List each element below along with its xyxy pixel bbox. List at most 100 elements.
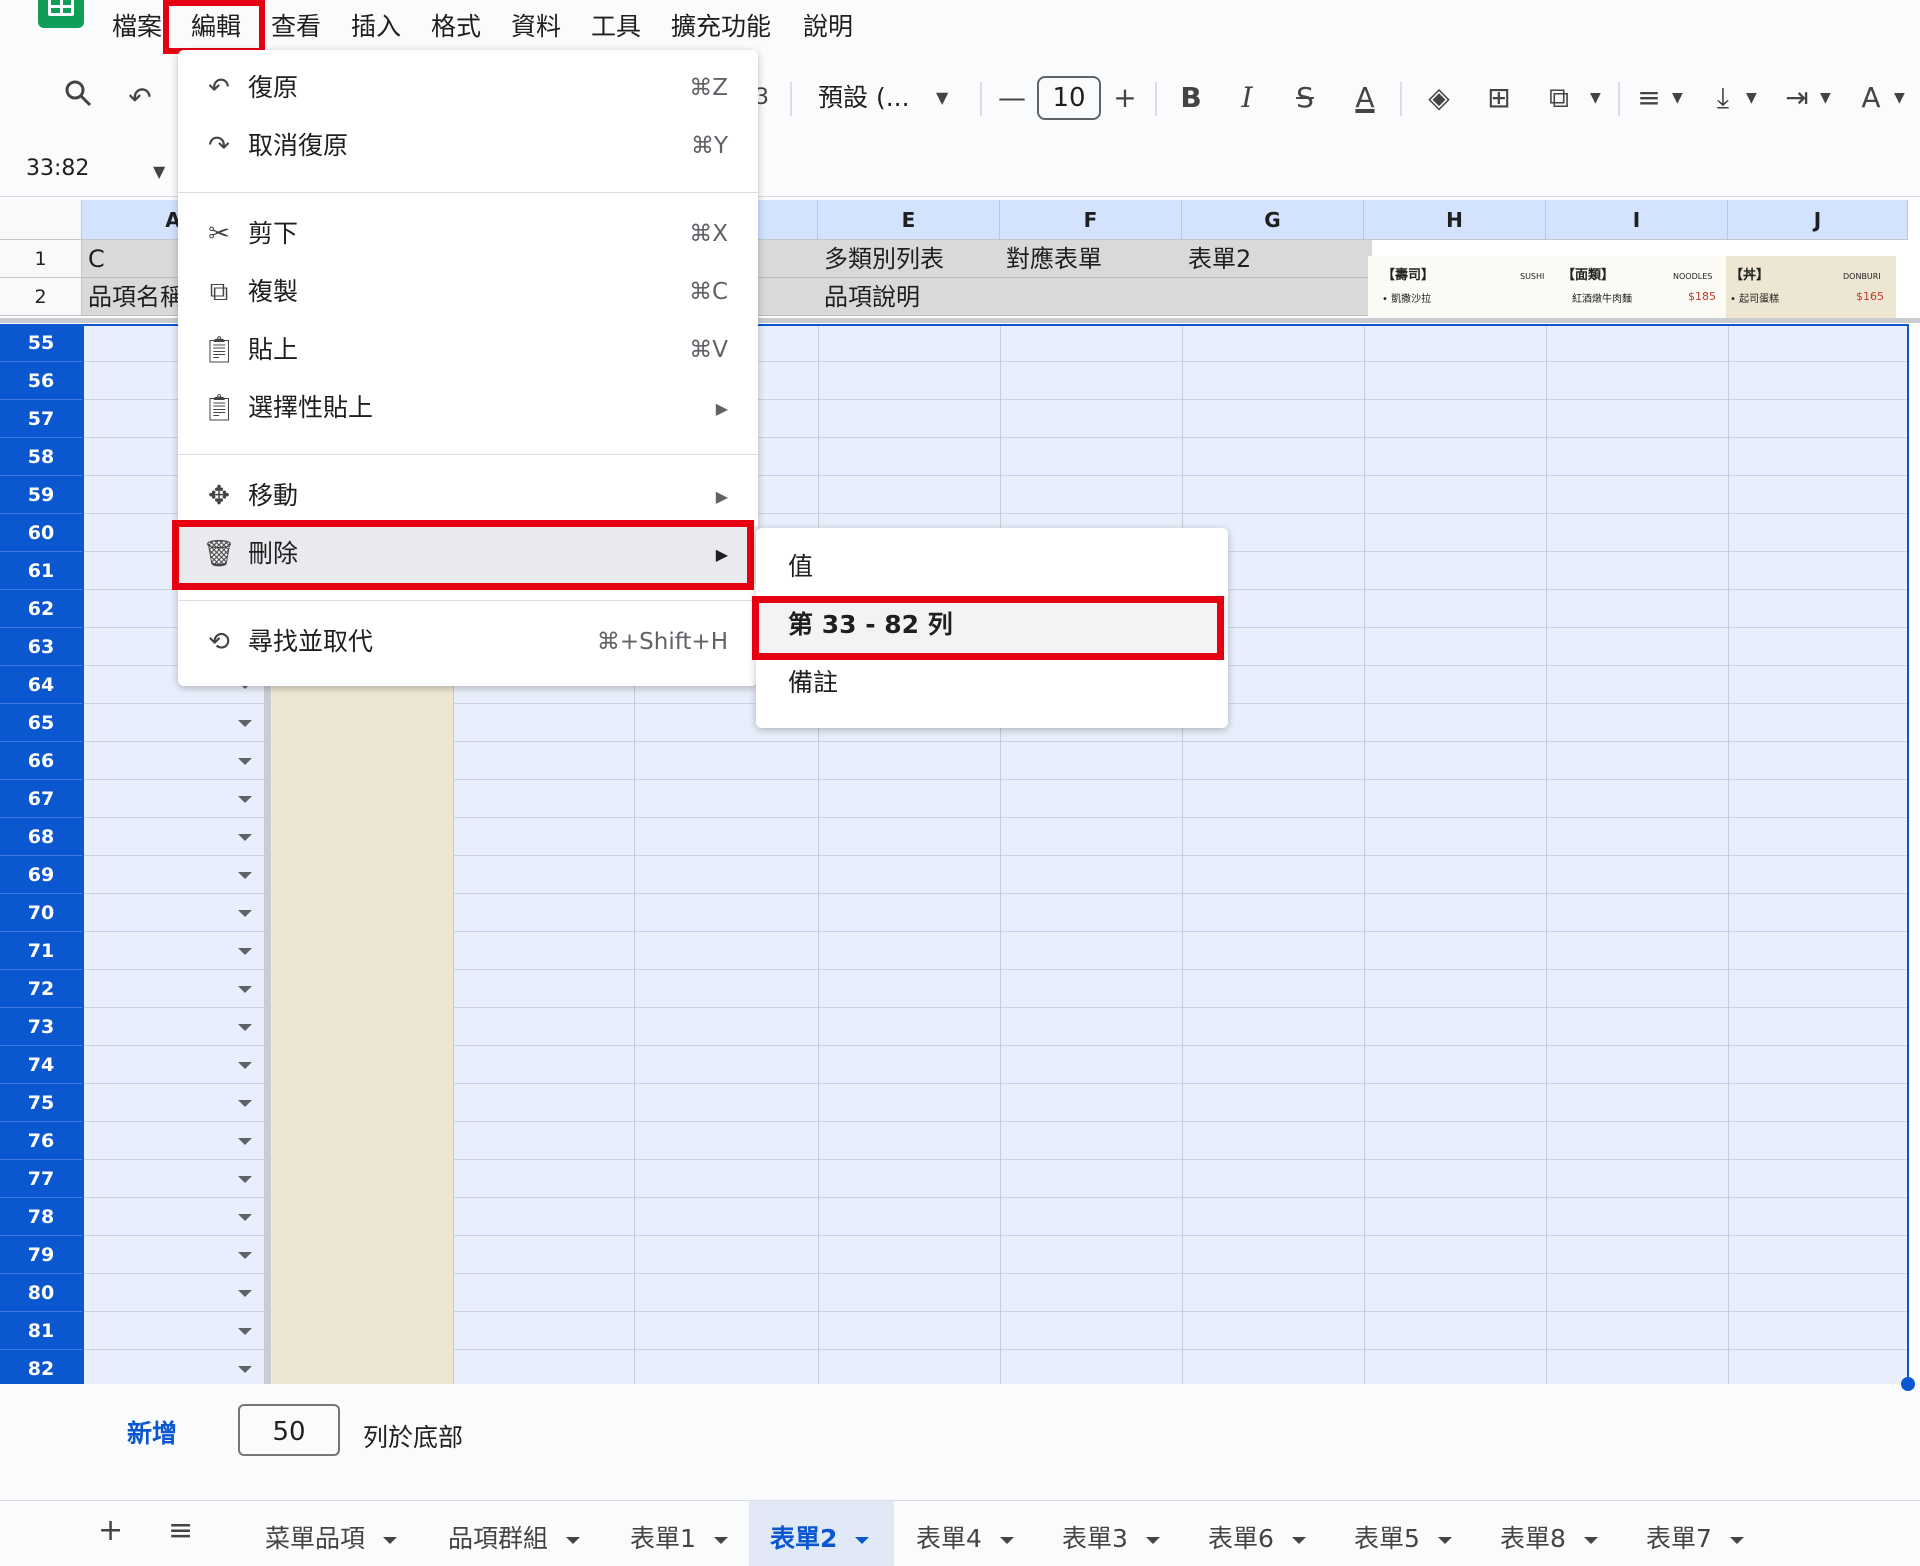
- horizontal-align-icon[interactable]: ≡: [1634, 78, 1664, 118]
- sheet-tab[interactable]: 表單2: [770, 1519, 870, 1555]
- cell-dropdown-chevron-icon[interactable]: [238, 872, 252, 879]
- column-header-j[interactable]: J: [1728, 200, 1908, 240]
- row-header-2[interactable]: 2: [0, 278, 82, 316]
- sheet-tab[interactable]: 表單4: [916, 1519, 1014, 1555]
- submenu-delete-notes[interactable]: 備註: [756, 654, 1228, 712]
- cell-dropdown-chevron-icon[interactable]: [238, 948, 252, 955]
- row-header-1[interactable]: 1: [0, 240, 82, 278]
- row-header[interactable]: 74: [0, 1046, 82, 1084]
- menu-paste[interactable]: 📋︎ 貼上 ⌘V: [178, 322, 758, 380]
- column-header-f[interactable]: F: [1000, 200, 1182, 240]
- chevron-down-icon[interactable]: [566, 1536, 581, 1544]
- sheet-tab[interactable]: 表單3: [1062, 1519, 1160, 1555]
- chevron-down-icon[interactable]: [1437, 1536, 1452, 1544]
- row-header[interactable]: 71: [0, 932, 82, 970]
- selection-resize-handle[interactable]: [1901, 1377, 1915, 1391]
- cell-dropdown-chevron-icon[interactable]: [238, 1138, 252, 1145]
- row-header[interactable]: 66: [0, 742, 82, 780]
- text-wrap-icon[interactable]: ⇥: [1782, 78, 1812, 118]
- menu-insert[interactable]: 插入: [351, 10, 401, 44]
- decrease-font-size-button[interactable]: —: [998, 78, 1026, 118]
- undo-icon[interactable]: ↶: [122, 78, 158, 118]
- cell-dropdown-chevron-icon[interactable]: [238, 758, 252, 765]
- cell-dropdown-chevron-icon[interactable]: [238, 1328, 252, 1335]
- sheet-tab[interactable]: 表單8: [1500, 1519, 1598, 1555]
- menu-extensions[interactable]: 擴充功能: [671, 10, 771, 44]
- font-dropdown-arrow-icon[interactable]: ▼: [936, 78, 948, 118]
- menu-format[interactable]: 格式: [431, 10, 481, 44]
- cell-f1[interactable]: 對應表單: [1006, 240, 1102, 278]
- sheet-tab[interactable]: 表單6: [1208, 1519, 1306, 1555]
- sheets-logo-icon[interactable]: [38, 0, 84, 28]
- row-header[interactable]: 77: [0, 1160, 82, 1198]
- chevron-down-icon[interactable]: [1729, 1536, 1744, 1544]
- row-header[interactable]: 59: [0, 476, 82, 514]
- row-header[interactable]: 65: [0, 704, 82, 742]
- menu-undo[interactable]: ↶ 復原 ⌘Z: [178, 60, 758, 118]
- sheet-tab[interactable]: 表單7: [1646, 1519, 1744, 1555]
- menu-help[interactable]: 說明: [803, 10, 853, 44]
- cell-dropdown-chevron-icon[interactable]: [238, 834, 252, 841]
- menu-thumbnail-image[interactable]: 【壽司】 SUSHI • 凱撒沙拉 【面類】 NOODLES 紅酒燉牛肉麵 $1…: [1368, 256, 1896, 318]
- row-header[interactable]: 68: [0, 818, 82, 856]
- sheet-tab[interactable]: 菜單品項: [265, 1519, 398, 1555]
- cell-e2[interactable]: 品項說明: [824, 278, 920, 316]
- name-box-dropdown-icon[interactable]: ▼: [153, 162, 165, 181]
- row-header[interactable]: 55: [0, 324, 82, 362]
- row-header[interactable]: 79: [0, 1236, 82, 1274]
- row-header[interactable]: 75: [0, 1084, 82, 1122]
- add-rows-button[interactable]: 新增: [127, 1414, 177, 1450]
- text-rotation-icon[interactable]: A: [1856, 78, 1886, 118]
- cell-a2[interactable]: 品項名稱: [88, 278, 184, 316]
- fill-color-icon[interactable]: ◈: [1422, 78, 1456, 118]
- row-header[interactable]: 81: [0, 1312, 82, 1350]
- chevron-down-icon[interactable]: [999, 1536, 1014, 1544]
- font-family-select[interactable]: 預設 (...: [818, 78, 910, 118]
- borders-icon[interactable]: ⊞: [1482, 78, 1516, 118]
- increase-font-size-button[interactable]: +: [1110, 78, 1140, 118]
- cell-dropdown-chevron-icon[interactable]: [238, 1366, 252, 1373]
- menu-paste-special[interactable]: 📋︎ 選擇性貼上 ▶: [178, 380, 758, 438]
- merge-dropdown-arrow-icon[interactable]: ▼: [1590, 78, 1601, 118]
- menu-copy[interactable]: ⧉ 複製 ⌘C: [178, 264, 758, 322]
- row-header[interactable]: 73: [0, 1008, 82, 1046]
- row-header[interactable]: 70: [0, 894, 82, 932]
- menu-view[interactable]: 查看: [271, 10, 321, 44]
- sheet-tab[interactable]: 表單5: [1354, 1519, 1452, 1555]
- font-size-input[interactable]: 10: [1037, 76, 1101, 120]
- column-header-h[interactable]: H: [1364, 200, 1546, 240]
- text-color-icon[interactable]: A: [1345, 78, 1385, 118]
- bold-button[interactable]: B: [1178, 78, 1204, 118]
- submenu-delete-values[interactable]: 值: [756, 538, 1228, 596]
- chevron-down-icon[interactable]: [713, 1536, 728, 1544]
- cell-e1[interactable]: 多類別列表: [824, 240, 944, 278]
- rotation-dropdown-arrow-icon[interactable]: ▼: [1894, 78, 1905, 118]
- chevron-down-icon[interactable]: [855, 1536, 870, 1544]
- cell-dropdown-chevron-icon[interactable]: [238, 1176, 252, 1183]
- sheet-tab[interactable]: 品項群組: [448, 1519, 581, 1555]
- sheet-tab[interactable]: 表單1: [630, 1519, 728, 1555]
- menu-data[interactable]: 資料: [511, 10, 561, 44]
- chevron-down-icon[interactable]: [1145, 1536, 1160, 1544]
- cell-dropdown-chevron-icon[interactable]: [238, 796, 252, 803]
- valign-dropdown-arrow-icon[interactable]: ▼: [1746, 78, 1757, 118]
- cell-dropdown-chevron-icon[interactable]: [238, 1024, 252, 1031]
- row-header[interactable]: 61: [0, 552, 82, 590]
- row-header[interactable]: 80: [0, 1274, 82, 1312]
- row-header[interactable]: 62: [0, 590, 82, 628]
- chevron-down-icon[interactable]: [1583, 1536, 1598, 1544]
- row-header[interactable]: 56: [0, 362, 82, 400]
- align-dropdown-arrow-icon[interactable]: ▼: [1672, 78, 1683, 118]
- row-header[interactable]: 82: [0, 1350, 82, 1388]
- row-header[interactable]: 64: [0, 666, 82, 704]
- column-header-e[interactable]: E: [818, 200, 1000, 240]
- vertical-align-icon[interactable]: ⤓: [1708, 78, 1738, 118]
- all-sheets-icon[interactable]: ≡: [168, 1513, 193, 1548]
- row-header[interactable]: 60: [0, 514, 82, 552]
- italic-button[interactable]: I: [1234, 78, 1260, 118]
- cell-dropdown-chevron-icon[interactable]: [238, 1290, 252, 1297]
- cell-dropdown-chevron-icon[interactable]: [238, 1252, 252, 1259]
- cell-dropdown-chevron-icon[interactable]: [238, 1214, 252, 1221]
- column-header-i[interactable]: I: [1546, 200, 1728, 240]
- search-icon[interactable]: [60, 78, 96, 119]
